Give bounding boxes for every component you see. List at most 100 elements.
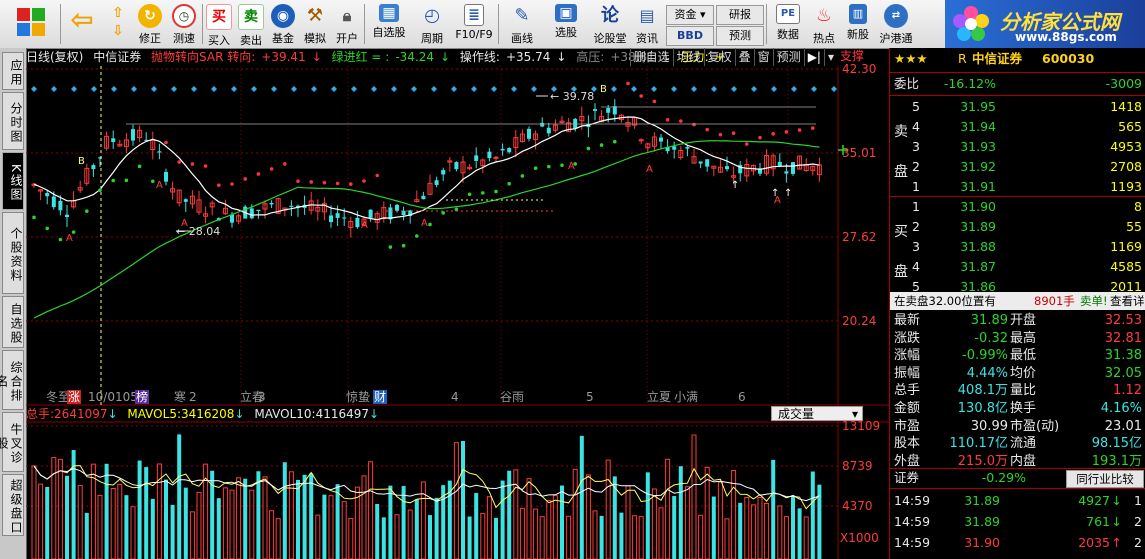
sell-level-2[interactable]: 2 31.92 2708 — [890, 158, 1145, 176]
forum-button[interactable]: 论 论股堂 — [590, 2, 630, 46]
sell-button[interactable]: 卖 卖出 — [236, 2, 266, 47]
hk-connect-button[interactable]: ⇄ 沪港通 — [876, 2, 916, 46]
kline-svg[interactable]: 42.3035.0127.6220.24支撑← 39.78← 28.04BBAA… — [26, 48, 889, 559]
research-button[interactable]: 研报 — [716, 5, 764, 25]
buy-level-3[interactable]: 3 31.88 1169 — [890, 238, 1145, 256]
candle-body — [493, 156, 499, 159]
left-tab-2[interactable]: K线图 — [2, 152, 24, 210]
signal-diamond — [431, 86, 437, 92]
sar-dot — [137, 164, 142, 169]
sar-dot — [599, 143, 604, 147]
left-tab-3[interactable]: 个股资料 — [2, 212, 24, 294]
volume-bar — [797, 508, 802, 559]
signal-diamond — [191, 86, 197, 92]
sell-level-5[interactable]: 5 31.95 1418 — [890, 98, 1145, 116]
buy-level-1[interactable]: 1 31.90 8 — [890, 198, 1145, 216]
sar-dot — [718, 132, 723, 137]
news-button[interactable]: ▤ 资讯 — [632, 2, 662, 46]
left-tab-5[interactable]: 综合排名 — [0, 350, 24, 410]
fund-button[interactable]: ◉ 基金 — [268, 2, 298, 46]
volume-indicator-dropdown[interactable]: 成交量 ▾ — [771, 406, 863, 421]
forecast-button[interactable]: 预测 — [716, 26, 764, 46]
sar-dot — [652, 99, 657, 104]
sar-dot — [309, 180, 314, 184]
order-sell: 卖单! — [1080, 294, 1108, 308]
sell-level-3[interactable]: 3 31.93 4953 — [890, 138, 1145, 156]
term-label: 惊蛰 — [346, 389, 370, 404]
stock-picker-button[interactable]: ▣ 选股 — [546, 2, 586, 46]
signal-diamond — [711, 86, 717, 92]
term-label: 榜 — [136, 389, 148, 404]
a-marker: A — [66, 233, 73, 244]
sell-price: 31.91 — [960, 179, 996, 194]
buy-level-2[interactable]: 2 31.89 55 — [890, 218, 1145, 236]
site-logo: 分析家公式网 www.88gs.com — [945, 0, 1145, 48]
stat-row: 市盈 30.99 市盈(动) 23.01 — [890, 418, 1145, 436]
sector-compare-button[interactable]: 同行业比较 — [1066, 470, 1144, 488]
bbd-button[interactable]: BBD — [666, 26, 714, 46]
hot-button[interactable]: ♨ 热点 — [808, 2, 840, 46]
tick-count: 1 — [1134, 493, 1142, 508]
left-tab-1[interactable]: 分时图 — [2, 92, 24, 150]
tick-row: 14:59 31.90 2035 ↑ 2 — [890, 534, 1145, 552]
sell-volume: 565 — [1118, 119, 1142, 134]
draw-line-button[interactable]: ✎ 画线 — [502, 2, 542, 46]
volume-bar — [691, 434, 697, 559]
f10-button[interactable]: ≣ F10/F9 — [452, 2, 496, 46]
speed-test-button[interactable]: ◷ 测速 — [168, 2, 200, 46]
open-account-button[interactable]: 🔒︎ 开户 — [332, 2, 362, 46]
sar-dot — [256, 172, 261, 176]
system-menu-button[interactable] — [12, 2, 52, 46]
volume-bar — [519, 507, 525, 559]
signal-diamond — [351, 86, 357, 92]
term-label: 涨 — [68, 389, 80, 404]
stat-value: 98.15亿 — [1091, 436, 1142, 452]
sar-dot — [771, 132, 775, 136]
buy-volume: 8 — [1134, 199, 1142, 214]
data-button[interactable]: PE 数据 — [770, 2, 806, 46]
volume-bar — [110, 487, 116, 559]
sar-dot — [428, 222, 432, 227]
sell-level-1[interactable]: 1 31.91 1193 — [890, 178, 1145, 196]
up-down-button[interactable]: ⇧ ⇩ — [104, 2, 132, 46]
stat-row: 涨跌 -0.32 最高 32.81 — [890, 330, 1145, 348]
ipo-button[interactable]: ▥ 新股 — [842, 2, 874, 46]
fix-button[interactable]: ↻ 修正 — [134, 2, 166, 46]
tick-time: 14:59 — [894, 493, 931, 508]
ipo-label: 新股 — [847, 28, 869, 41]
simulate-button[interactable]: ⚒ 模拟 — [300, 2, 330, 46]
candle-body — [368, 209, 373, 218]
left-tab-0[interactable]: 应用 — [2, 52, 24, 90]
left-tab-4[interactable]: 自选股 — [2, 296, 24, 348]
candle-body — [395, 204, 399, 211]
candle-body — [474, 155, 479, 161]
buy-level-4[interactable]: 4 31.87 4585 — [890, 258, 1145, 276]
volume-bar — [546, 500, 552, 559]
a-marker: A — [156, 180, 163, 191]
fund-label: 基金 — [272, 32, 294, 45]
volume-bar — [453, 442, 459, 559]
volume-bar — [494, 517, 498, 559]
volume-bar — [38, 483, 44, 559]
down-arrow-icon: ⇩ — [112, 23, 124, 39]
back-button[interactable]: ⇦ — [64, 2, 100, 46]
sell-level-4[interactable]: 4 31.94 565 — [890, 118, 1145, 136]
volume-bar — [117, 483, 123, 559]
left-tab-7[interactable]: 超级盘口 — [2, 474, 24, 536]
volume-bar — [124, 495, 129, 559]
capital-flow-dropdown[interactable]: 资金 ▾ — [666, 5, 714, 25]
order-detail-link[interactable]: 查看详细 — [1110, 292, 1145, 310]
buy-button[interactable]: 买 买入 — [204, 2, 234, 47]
kline-chart-area[interactable]: 日线(复权) 中信证券 抛物转向SAR 转向: +39.41 ↓ 绿进红 = : -3… — [26, 48, 889, 559]
period-button[interactable]: ◴ 周期 — [414, 2, 450, 46]
candle-body — [434, 180, 439, 185]
sell-price: 31.94 — [960, 119, 996, 134]
data-label: 数据 — [777, 28, 799, 41]
term-label: 立夏 — [647, 389, 671, 404]
sector-row: 证券 -0.29% 同行业比较 — [890, 469, 1145, 488]
left-tab-6[interactable]: 牛叉诊股 — [0, 412, 24, 472]
volume-bar — [407, 509, 413, 559]
watchlist-button[interactable]: ▦ 自选股 — [368, 2, 410, 46]
volume-bar — [170, 504, 175, 559]
candle-body — [507, 148, 512, 153]
